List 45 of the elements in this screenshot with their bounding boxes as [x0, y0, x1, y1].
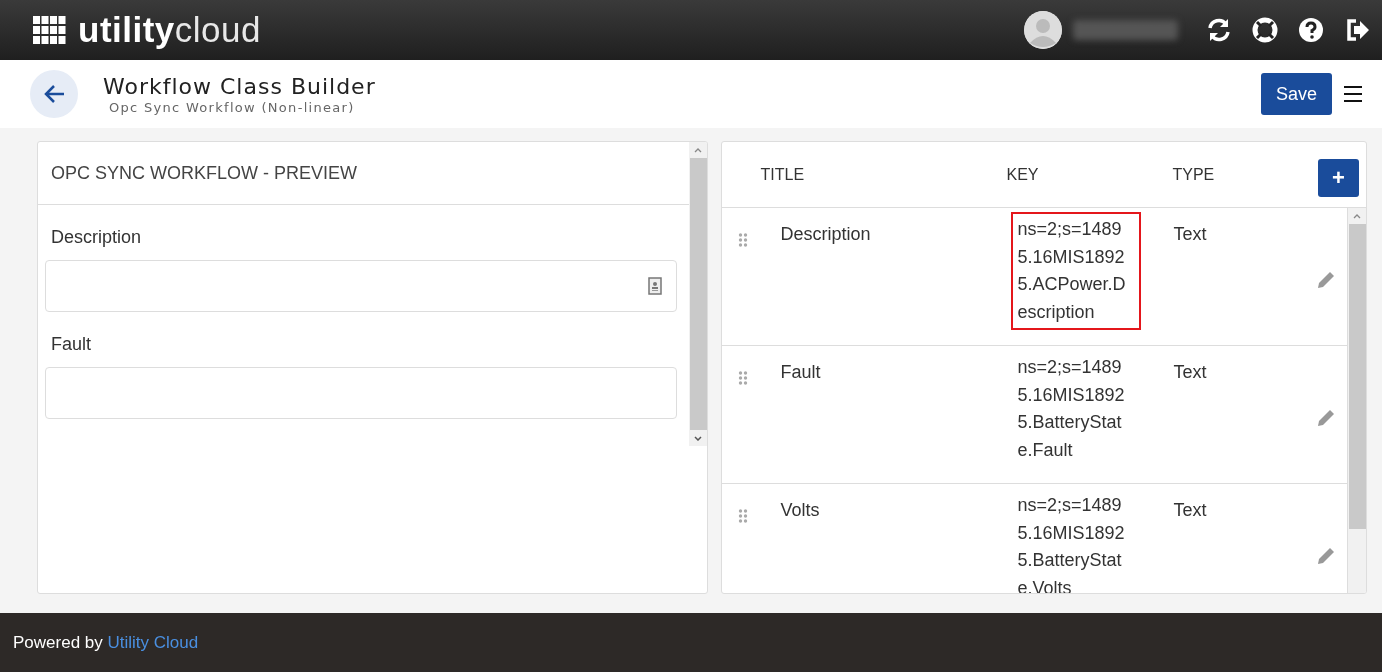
menu-icon[interactable]	[1344, 85, 1362, 103]
field-label: Fault	[51, 334, 92, 355]
pencil-icon[interactable]	[1316, 270, 1336, 290]
table-cell-text: Volts	[780, 500, 821, 521]
preview-title: OPC SYNC WORKFLOW - PREVIEW	[51, 162, 358, 184]
column-header: KEY	[1006, 165, 1040, 184]
refresh-icon[interactable]	[1206, 17, 1232, 43]
drag-handle-icon[interactable]	[738, 508, 749, 524]
table-cell-text: ns=2;s=14895.16MIS18925.BatteryState.Fault	[1016, 356, 1126, 462]
page-title: Workflow Class Builder	[103, 73, 376, 100]
help-icon[interactable]	[1298, 17, 1324, 43]
logo-text: utilitycloud	[78, 10, 261, 50]
field-label: Description	[51, 227, 142, 248]
chevron-down-icon[interactable]	[694, 435, 703, 441]
table-cell-text: Description	[780, 224, 872, 245]
table-cell: Text	[1173, 224, 1207, 245]
save-button[interactable]: Save	[1260, 73, 1332, 115]
input-field[interactable]	[45, 260, 677, 312]
column-header: TITLE	[760, 165, 806, 184]
chevron-up-icon[interactable]	[694, 147, 703, 153]
page-subtitle: Opc Sync Workflow (Non-linear)	[109, 99, 356, 115]
add-button[interactable]: +	[1318, 158, 1359, 197]
logout-icon[interactable]	[1344, 17, 1370, 43]
footer-link[interactable]: Utility Cloud	[107, 632, 199, 652]
table-cell-text: Fault	[780, 362, 822, 383]
table-cell: Text	[1173, 362, 1207, 383]
table-cell-text: ns=2;s=14895.16MIS18925.BatteryState.Volts	[1016, 494, 1126, 593]
scrollbar[interactable]	[1347, 208, 1366, 593]
pencil-icon[interactable]	[1316, 546, 1336, 566]
help-buoy-icon[interactable]	[1252, 17, 1278, 43]
grid-logo-icon	[33, 16, 66, 44]
table-cell: ns=2;s=14895.16MIS18925.ACPower.Description	[1011, 212, 1142, 330]
footer-text: Powered by Utility Cloud	[13, 632, 199, 653]
drag-handle-icon[interactable]	[738, 370, 749, 386]
back-arrow-icon	[43, 84, 65, 104]
column-header: TYPE	[1172, 165, 1215, 184]
scrollbar[interactable]	[689, 142, 708, 446]
pencil-icon[interactable]	[1316, 408, 1336, 428]
avatar-icon[interactable]	[1024, 11, 1062, 49]
chevron-up-icon[interactable]	[1353, 213, 1361, 219]
drag-handle-icon[interactable]	[738, 232, 749, 248]
table-cell: Text	[1173, 500, 1207, 521]
contact-card-icon[interactable]	[648, 277, 662, 295]
input-field[interactable]	[45, 367, 677, 419]
back-button[interactable]	[30, 70, 78, 118]
